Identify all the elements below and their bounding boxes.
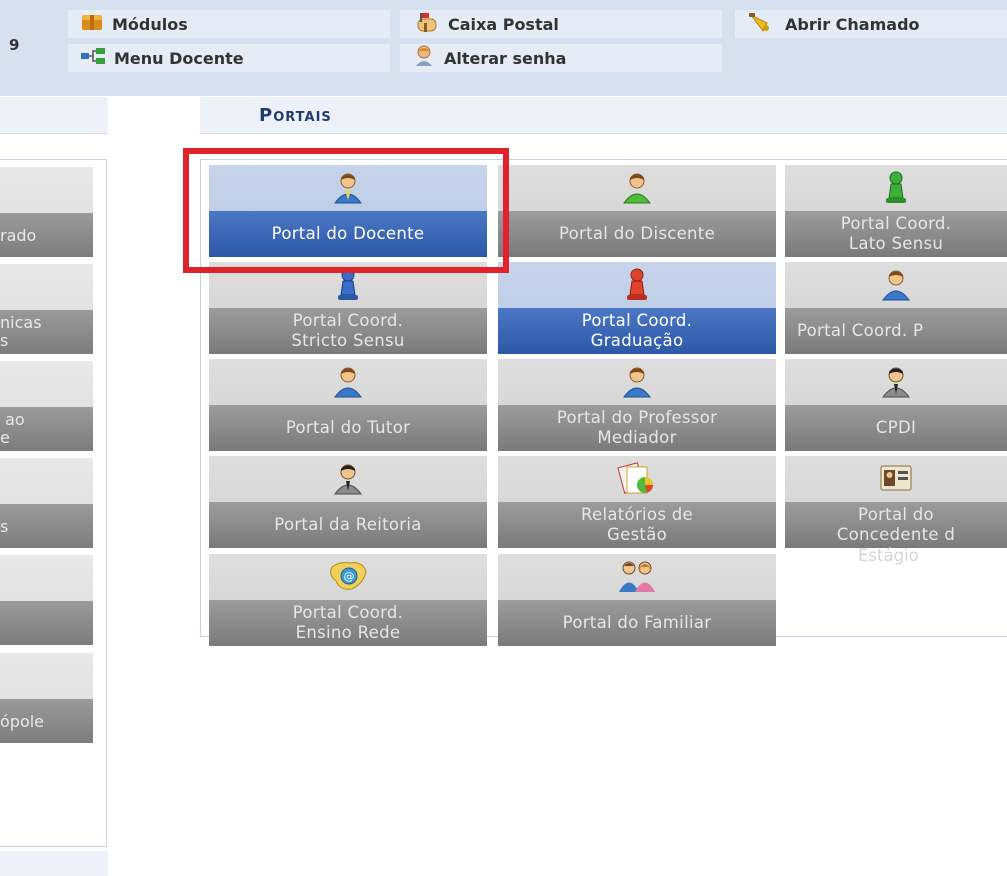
user-icon [785, 266, 1007, 302]
left-footer-bar [0, 851, 108, 876]
tile-portal-coord-ensino-rede[interactable]: @ Portal Coord. Ensino Rede [209, 554, 487, 646]
tile-label: Concedente d [836, 525, 956, 544]
user-icon [498, 363, 776, 399]
menu-abrir-chamado[interactable]: Abrir Chamado [735, 10, 1007, 38]
tile-label: Portal Coord. [581, 311, 693, 330]
family-icon [498, 558, 776, 594]
tile-label: Portal Coord. [292, 311, 404, 330]
pawn-blue-icon [209, 266, 487, 302]
left-tile[interactable]: ópole [0, 653, 93, 743]
portais-header: Portais [200, 97, 1007, 134]
tile-portal-discente[interactable]: Portal do Discente [498, 165, 776, 257]
tile-portal-coord-stricto[interactable]: Portal Coord. Stricto Sensu [209, 262, 487, 354]
tile-label: Portal do Tutor [285, 418, 411, 437]
top-header: 9 Módulos Caixa Postal Abrir Chamado Men… [0, 0, 1007, 96]
menu-caixa-postal[interactable]: Caixa Postal [400, 10, 722, 38]
bell-icon [747, 11, 777, 37]
menu-alterar-senha-label: Alterar senha [444, 48, 567, 68]
tile-label: Lato Sensu [848, 234, 944, 253]
menu-caixa-postal-label: Caixa Postal [448, 14, 559, 34]
pawn-green-icon [785, 169, 1007, 205]
tile-label: Portal do Docente [271, 224, 425, 243]
tile-label: Portal Coord. [840, 214, 952, 233]
menu-modulos-label: Módulos [112, 14, 188, 34]
svg-text:@: @ [344, 570, 355, 583]
tile-portal-tutor[interactable]: Portal do Tutor [209, 359, 487, 451]
tile-portal-coord-lato[interactable]: Portal Coord. Lato Sensu [785, 165, 1007, 257]
tile-portal-coord-graduacao[interactable]: Portal Coord. Graduação [498, 262, 776, 354]
left-tile[interactable]: rado [0, 167, 93, 257]
portais-title: Portais [259, 105, 332, 126]
map-at-icon: @ [209, 558, 487, 594]
left-tile-label: ao [0, 410, 25, 429]
left-panel: rado nicas s ao e s ópole [0, 159, 107, 847]
header-partial-number: 9 [9, 36, 20, 54]
id-card-icon [785, 460, 1007, 496]
menu-abrir-chamado-label: Abrir Chamado [785, 14, 920, 34]
left-tile[interactable]: nicas s [0, 264, 93, 354]
left-tile[interactable]: s [0, 458, 93, 548]
user-suit-icon [209, 460, 487, 496]
tile-label: Portal da Reitoria [274, 515, 422, 534]
tile-cpdi[interactable]: CPDI [785, 359, 1007, 451]
left-tile-label: s [0, 331, 9, 350]
user-key-icon [412, 44, 436, 72]
tile-label: Portal Coord. P [797, 321, 924, 340]
tile-label: Portal Coord. [292, 603, 404, 622]
pawn-red-icon [498, 266, 776, 302]
left-tile-label: e [0, 428, 10, 447]
tile-portal-reitoria[interactable]: Portal da Reitoria [209, 456, 487, 548]
tile-overflow-label: Estágio [858, 546, 919, 565]
modules-box-icon [80, 12, 104, 36]
tile-label: Portal do Professor [556, 408, 718, 427]
tile-relatorios-gestao[interactable]: Relatórios de Gestão [498, 456, 776, 548]
tile-portal-coord-p[interactable]: Portal Coord. P [785, 262, 1007, 354]
tile-label: Portal do Familiar [562, 613, 712, 632]
tile-label: Gestão [606, 525, 667, 544]
reports-chart-icon [498, 460, 776, 496]
tile-label: Graduação [590, 331, 684, 350]
tile-label: CPDI [875, 418, 917, 437]
tile-label: Portal do Discente [558, 224, 716, 243]
sitemap-icon [80, 47, 106, 69]
user-suit-icon [785, 363, 1007, 399]
menu-modulos[interactable]: Módulos [68, 10, 390, 38]
tile-label: Ensino Rede [295, 623, 401, 642]
user-icon [209, 169, 487, 205]
tile-label: Portal do [858, 505, 934, 524]
tile-label: Relatórios de [581, 505, 693, 524]
tile-portal-concedente[interactable]: Portal do Concedente d [785, 456, 1007, 548]
tile-portal-familiar[interactable]: Portal do Familiar [498, 554, 776, 646]
left-tile-label: nicas [0, 313, 42, 332]
tile-portal-docente[interactable]: Portal do Docente [209, 165, 487, 257]
left-tile[interactable]: ao e [0, 361, 93, 451]
left-tile-label: rado [0, 225, 37, 245]
tile-portal-professor-mediador[interactable]: Portal do Professor Mediador [498, 359, 776, 451]
left-tile[interactable] [0, 555, 93, 645]
left-tile-label: ópole [0, 711, 45, 731]
left-tile-label: s [0, 516, 9, 536]
tile-label: Stricto Sensu [291, 331, 405, 350]
menu-docente-label: Menu Docente [114, 48, 244, 68]
user-green-icon [498, 169, 776, 205]
user-icon [209, 363, 487, 399]
tile-label: Mediador [597, 428, 677, 447]
left-section-header [0, 97, 108, 134]
menu-docente[interactable]: Menu Docente [68, 44, 390, 72]
menu-alterar-senha[interactable]: Alterar senha [400, 44, 722, 72]
mailbox-icon [412, 11, 440, 37]
